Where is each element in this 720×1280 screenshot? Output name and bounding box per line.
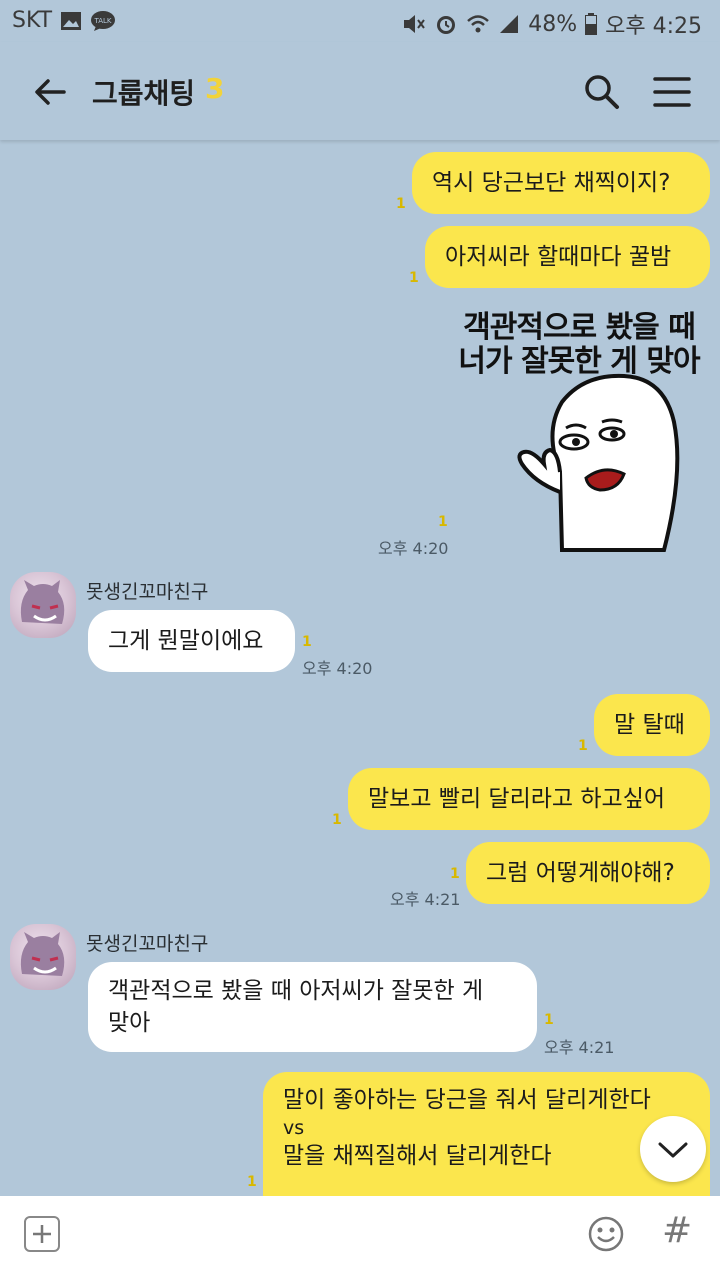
sender-name: 못생긴꼬마친구	[86, 933, 209, 955]
unread-count: 1	[302, 634, 312, 650]
unread-count: 1	[332, 812, 342, 828]
my-message-bubble[interactable]: 아저씨라 할때마다 꿀밤	[425, 226, 710, 288]
message-text-line3: 말을 채찍질해서 달리게한다	[283, 1143, 552, 1169]
unread-count: 1	[450, 866, 460, 882]
add-attachment-button[interactable]	[24, 1216, 60, 1252]
my-message-bubble[interactable]: 말보고 빨리 달리라고 하고싶어	[348, 768, 710, 830]
chat-header: 그룹채팅 3	[0, 42, 720, 140]
sender-name: 못생긴꼬마친구	[86, 581, 209, 603]
emoticon-sticker[interactable]: 객관적으로 봤을 때 너가 잘못한 게 맞아	[448, 300, 710, 555]
avatar[interactable]	[10, 572, 76, 638]
hashtag-search-button[interactable]: #	[662, 1210, 692, 1251]
back-arrow-icon[interactable]	[30, 72, 70, 112]
scroll-to-bottom-button[interactable]	[640, 1116, 706, 1182]
talk-notification-icon: TALK	[91, 10, 116, 31]
gallery-notification-icon	[61, 11, 82, 30]
status-bar: SKT TALK 48% 오후 4:25	[0, 0, 720, 42]
message-text: 말보고 빨리 달리라고 하고싶어	[368, 786, 666, 812]
search-icon[interactable]	[582, 72, 622, 112]
unread-count: 1	[578, 738, 588, 754]
sticker-character-icon	[517, 373, 680, 552]
my-message-bubble[interactable]: 그럼 어떻게해야해?	[466, 842, 710, 904]
emoticon-icon[interactable]	[588, 1216, 624, 1252]
battery-percent: 48%	[528, 11, 578, 37]
message-input-bar: #	[0, 1196, 720, 1280]
unread-count: 1	[396, 196, 406, 212]
message-text-line1: 객관적으로 봤을 때 아저씨가 잘못한 게	[108, 978, 484, 1004]
message-text: 역시 당근보단 채찍이지?	[432, 170, 671, 196]
signal-icon	[500, 15, 519, 33]
message-text-line2: vs	[283, 1117, 305, 1139]
message-time: 오후 4:20	[302, 659, 373, 678]
message-time: 오후 4:21	[390, 890, 461, 909]
message-text-line2: 맞아	[108, 1010, 151, 1036]
clock: 오후 4:25	[605, 14, 702, 39]
battery-icon	[585, 13, 598, 35]
their-message-bubble[interactable]: 객관적으로 봤을 때 아저씨가 잘못한 게 맞아	[88, 962, 537, 1052]
unread-count: 1	[247, 1174, 257, 1190]
unread-count: 1	[409, 270, 419, 286]
hamburger-menu-icon[interactable]	[652, 74, 692, 110]
wifi-icon	[467, 15, 490, 33]
message-text: 그럼 어떻게해야해?	[486, 860, 675, 886]
message-text: 말 탈때	[614, 712, 685, 738]
carrier-label: SKT	[12, 8, 53, 33]
message-text: 그게 뭔말이에요	[108, 628, 264, 654]
avatar[interactable]	[10, 924, 76, 990]
message-time: 오후 4:21	[544, 1038, 615, 1057]
unread-count: 1	[544, 1012, 554, 1028]
unread-count: 1	[438, 514, 448, 530]
message-time: 오후 4:20	[378, 539, 449, 558]
chat-title: 그룹채팅	[92, 77, 196, 110]
gengar-avatar-icon	[20, 580, 65, 624]
my-message-bubble[interactable]: 말 탈때	[594, 694, 710, 756]
gengar-avatar-icon	[20, 932, 65, 976]
alarm-icon	[437, 16, 456, 34]
chevron-down-icon	[658, 1142, 688, 1158]
message-text: 아저씨라 할때마다 꿀밤	[445, 244, 672, 270]
message-text-line1: 말이 좋아하는 당근을 줘서 달리게한다	[283, 1087, 651, 1113]
member-count: 3	[205, 72, 225, 105]
plus-icon	[33, 1225, 51, 1243]
their-message-bubble[interactable]: 그게 뭔말이에요	[88, 610, 295, 672]
my-message-bubble[interactable]: 역시 당근보단 채찍이지?	[412, 152, 710, 214]
mute-icon	[404, 15, 426, 33]
svg-text:TALK: TALK	[94, 17, 112, 25]
